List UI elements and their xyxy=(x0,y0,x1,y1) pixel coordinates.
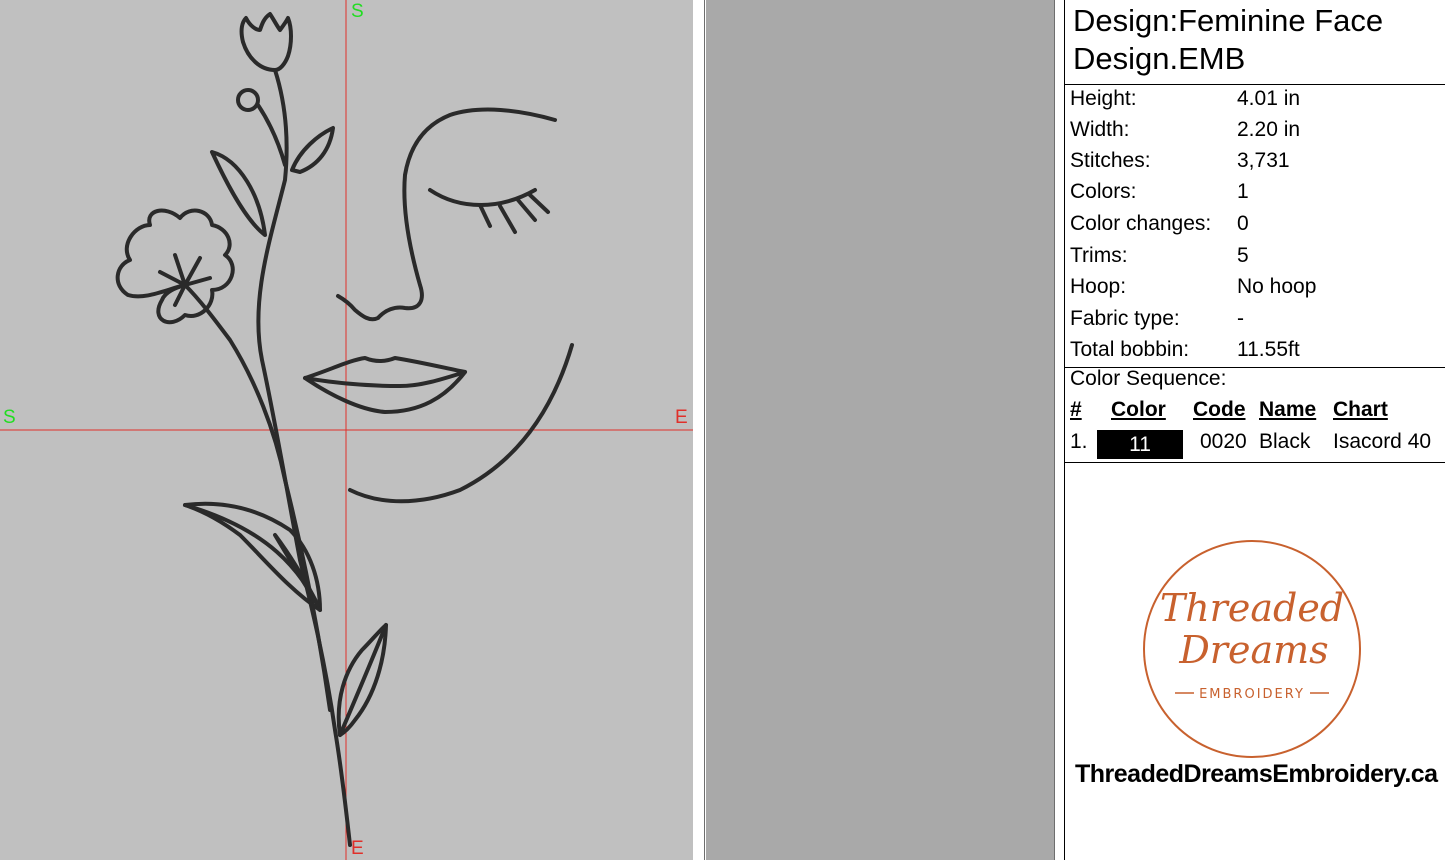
design-title-line2: Design.EMB xyxy=(1073,41,1246,76)
vertical-start-marker: S xyxy=(351,1,364,22)
logo-word-threaded: Threaded xyxy=(1160,586,1344,630)
design-title: Design:Feminine Face Design.EMB xyxy=(1073,2,1383,78)
horizontal-start-marker: S xyxy=(3,407,16,428)
column-header-number: # xyxy=(1070,398,1082,421)
color-sequence-label: Color Sequence: xyxy=(1070,367,1227,390)
divider xyxy=(1065,462,1445,463)
website-link[interactable]: ThreadedDreamsEmbroidery.ca xyxy=(1075,760,1438,789)
horizontal-end-marker: E xyxy=(675,407,688,428)
grey-background-strip xyxy=(706,0,1054,860)
column-header-name: Name xyxy=(1259,398,1317,421)
color-swatch: 11 xyxy=(1097,430,1183,459)
threaded-dreams-logo: Threaded Dreams EMBROIDERY xyxy=(1143,540,1361,758)
embroidery-design xyxy=(0,0,693,860)
color-row-chart: Isacord 40 xyxy=(1333,430,1432,453)
color-row-number: 1. xyxy=(1070,430,1088,453)
vertical-end-marker: E xyxy=(351,838,364,859)
design-info-panel: Design:Feminine Face Design.EMB Height: 4… xyxy=(1064,0,1445,860)
canvas-border xyxy=(693,0,705,860)
color-row-name: Black xyxy=(1259,430,1311,453)
design-canvas[interactable]: S E S E xyxy=(0,0,693,860)
logo-word-dreams: Dreams xyxy=(1178,628,1328,672)
column-header-color: Color xyxy=(1111,398,1166,421)
column-header-code: Code xyxy=(1193,398,1246,421)
panel-gap xyxy=(1054,0,1064,860)
design-title-line1: Design:Feminine Face xyxy=(1073,3,1384,38)
color-row-code: 0020 xyxy=(1200,430,1247,453)
column-header-chart: Chart xyxy=(1333,398,1388,421)
logo-word-embroidery: EMBROIDERY xyxy=(1199,687,1305,702)
